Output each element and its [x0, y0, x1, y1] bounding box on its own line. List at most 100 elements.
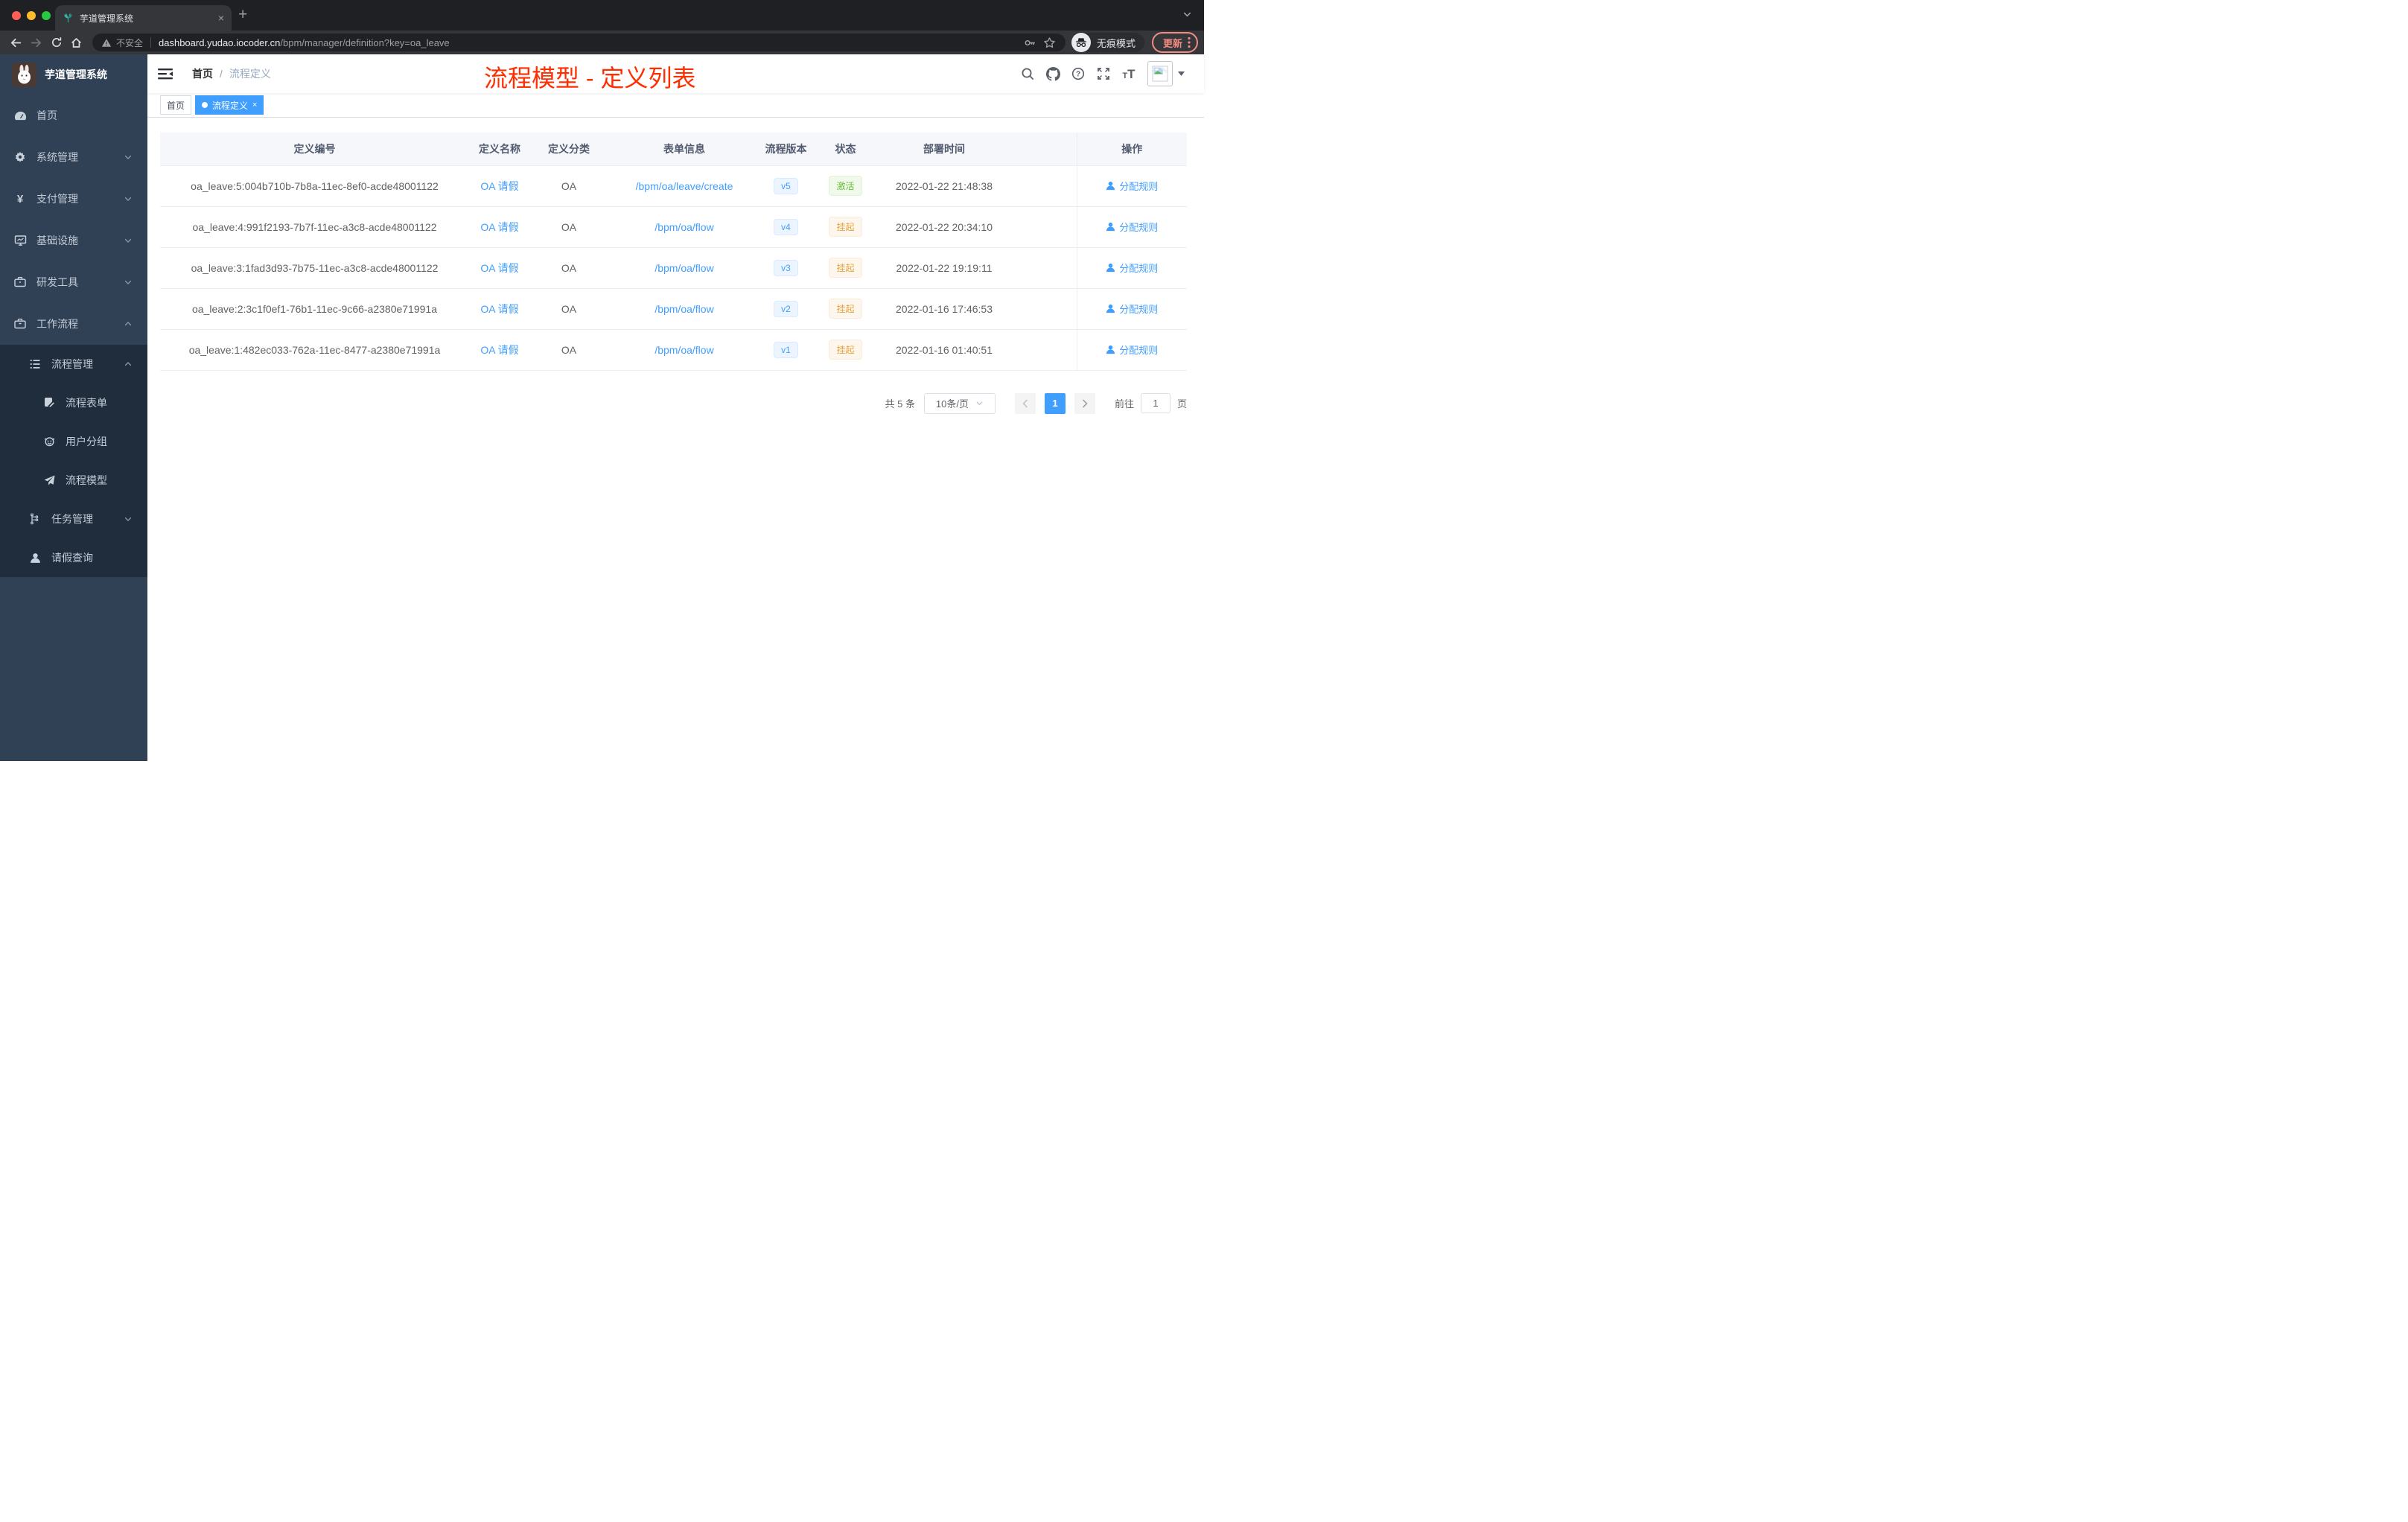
sidebar-item-payment[interactable]: ¥ 支付管理	[0, 178, 147, 220]
definition-name-link[interactable]: OA 请假	[480, 262, 518, 274]
sidebar-item-label: 流程管理	[51, 358, 93, 370]
password-key-icon[interactable]	[1021, 36, 1040, 49]
briefcase-icon	[13, 318, 27, 330]
table-header-row: 定义编号 定义名称 定义分类 表单信息 流程版本 状态 部署时间 操作	[160, 133, 1187, 166]
sidebar-item-process-model[interactable]: 流程模型	[0, 461, 147, 500]
form-link[interactable]: /bpm/oa/flow	[654, 303, 713, 315]
cell-definition-id: oa_leave:1:482ec033-762a-11ec-8477-a2380…	[160, 329, 469, 371]
window-minimize-button[interactable]	[27, 11, 36, 20]
window-controls	[12, 11, 51, 20]
group-face-icon	[42, 436, 56, 448]
cell-filler	[1008, 206, 1077, 248]
tab-search-chevron-icon[interactable]	[1182, 10, 1192, 23]
goto-label: 前往	[1114, 398, 1134, 410]
sidebar-item-task-manage[interactable]: 任务管理	[0, 500, 147, 538]
sidebar-item-user-group[interactable]: 用户分组	[0, 422, 147, 461]
assign-rule-link[interactable]: 分配规则	[1106, 302, 1158, 316]
forward-icon[interactable]	[26, 36, 46, 49]
sidebar-item-process-form[interactable]: 流程表单	[0, 383, 147, 422]
version-badge: v4	[774, 218, 798, 235]
cell-category: OA	[530, 206, 608, 248]
home-icon[interactable]	[66, 36, 86, 49]
window-close-button[interactable]	[12, 11, 21, 20]
form-link[interactable]: /bpm/oa/flow	[654, 344, 713, 356]
prev-page-button[interactable]	[1014, 392, 1036, 414]
form-link[interactable]: /bpm/oa/flow	[654, 221, 713, 233]
broken-image-icon	[1152, 66, 1168, 82]
sidebar-item-label: 系统管理	[36, 151, 78, 163]
font-size-icon[interactable]: TT	[1116, 61, 1141, 86]
chevron-down-icon	[976, 401, 983, 406]
bookmark-star-icon[interactable]	[1040, 36, 1060, 49]
definition-name-link[interactable]: OA 请假	[480, 344, 518, 356]
fullscreen-icon[interactable]	[1091, 61, 1116, 86]
help-icon[interactable]: ?	[1066, 61, 1091, 86]
search-icon[interactable]	[1015, 61, 1040, 86]
header-definition-name: 定义名称	[469, 133, 530, 166]
window-zoom-button[interactable]	[42, 11, 51, 20]
goto-page-input[interactable]	[1140, 393, 1170, 413]
assign-rule-link[interactable]: 分配规则	[1106, 179, 1158, 193]
form-link[interactable]: /bpm/oa/flow	[654, 262, 713, 274]
cell-definition-id: oa_leave:4:991f2193-7b7f-11ec-a3c8-acde4…	[160, 206, 469, 248]
sidebar-item-workflow[interactable]: 工作流程	[0, 303, 147, 345]
tag-home[interactable]: 首页	[160, 95, 192, 115]
page-number-1[interactable]: 1	[1044, 392, 1066, 414]
kebab-menu-icon[interactable]	[1188, 36, 1191, 48]
sidebar-item-label: 请假查询	[51, 552, 93, 564]
svg-text:?: ?	[1076, 71, 1080, 79]
cell-category: OA	[530, 288, 608, 330]
toolbox-icon	[13, 276, 27, 288]
definition-name-link[interactable]: OA 请假	[480, 180, 518, 192]
tag-close-icon[interactable]: ×	[252, 101, 257, 109]
browser-tab[interactable]: 芋道管理系统 ×	[55, 5, 232, 31]
tag-process-definition[interactable]: 流程定义 ×	[195, 95, 264, 115]
sidebar-item-home[interactable]: 首页	[0, 95, 147, 136]
caret-down-icon[interactable]	[1178, 71, 1185, 76]
page-size-select[interactable]: 10条/页	[923, 392, 996, 414]
url-text: dashboard.yudao.iocoder.cn/bpm/manager/d…	[159, 37, 450, 48]
sidebar-item-process-manage[interactable]: 流程管理	[0, 345, 147, 383]
avatar[interactable]	[1147, 61, 1173, 86]
back-icon[interactable]	[6, 36, 26, 49]
monitor-icon	[13, 235, 27, 246]
chevron-down-icon	[124, 278, 133, 287]
definition-name-link[interactable]: OA 请假	[480, 303, 518, 315]
github-icon[interactable]	[1040, 61, 1066, 86]
sidebar-item-leave-query[interactable]: 请假查询	[0, 538, 147, 577]
next-page-button[interactable]	[1074, 392, 1095, 414]
header-form-info: 表单信息	[608, 133, 761, 166]
assign-rule-link[interactable]: 分配规则	[1106, 343, 1158, 357]
sidebar-item-devtools[interactable]: 研发工具	[0, 261, 147, 303]
chevron-down-icon	[124, 153, 133, 162]
url-domain: dashboard.yudao.iocoder.cn	[159, 36, 281, 48]
status-badge: 挂起	[829, 217, 862, 237]
assign-rule-link[interactable]: 分配规则	[1106, 261, 1158, 275]
new-tab-button[interactable]: +	[238, 6, 247, 24]
breadcrumb-home[interactable]: 首页	[192, 66, 213, 81]
tag-label: 首页	[167, 100, 185, 111]
cell-deploy-time: 2022-01-16 01:40:51	[880, 329, 1008, 371]
sidebar-item-infra[interactable]: 基础设施	[0, 220, 147, 261]
cell-category: OA	[530, 329, 608, 371]
yen-icon: ¥	[16, 192, 24, 206]
assign-rule-link[interactable]: 分配规则	[1106, 220, 1158, 234]
browser-update-button[interactable]: 更新	[1151, 32, 1198, 53]
sidebar-logo[interactable]: 芋道管理系统	[0, 54, 147, 95]
reload-icon[interactable]	[46, 36, 66, 48]
security-chip[interactable]: 不安全	[101, 36, 143, 49]
user-icon	[1106, 181, 1115, 191]
omnibox-divider	[150, 37, 152, 48]
version-badge: v3	[774, 259, 798, 276]
incognito-badge[interactable]: 无痕模式	[1071, 33, 1144, 52]
sidebar-item-system[interactable]: 系统管理	[0, 136, 147, 178]
url-path: /bpm/manager/definition?key=oa_leave	[280, 36, 450, 48]
tab-close-icon[interactable]: ×	[218, 13, 224, 23]
sidebar: 芋道管理系统 首页 系统管理 ¥ 支付管理 基础设施 研发工具 工作流程 流程管…	[0, 54, 147, 761]
definition-name-link[interactable]: OA 请假	[480, 221, 518, 233]
form-link[interactable]: /bpm/oa/leave/create	[636, 180, 733, 192]
sidebar-collapse-icon[interactable]	[158, 68, 173, 80]
url-bar[interactable]: 不安全 dashboard.yudao.iocoder.cn/bpm/manag…	[92, 34, 1066, 51]
app-navbar: 首页 / 流程定义 流程模型 - 定义列表 ? TT	[147, 54, 1204, 93]
paper-plane-icon	[42, 474, 56, 486]
